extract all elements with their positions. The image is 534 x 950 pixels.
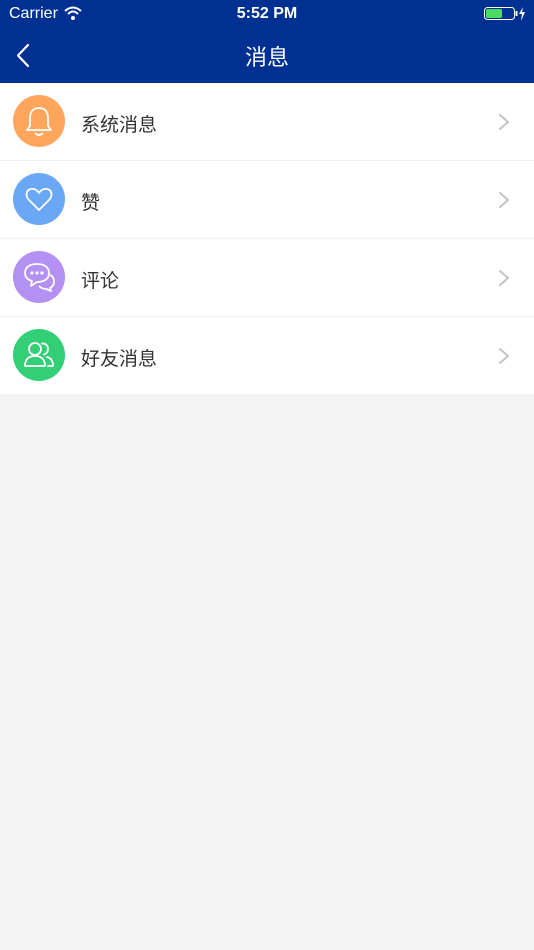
heart-icon [13, 173, 65, 225]
list-item-label: 赞 [81, 192, 101, 214]
chevron-right-icon [498, 347, 510, 369]
chevron-right-icon [498, 191, 510, 213]
status-bar: Carrier 5:52 PM [0, 0, 534, 28]
list-item-likes[interactable]: 赞 [0, 161, 534, 239]
status-time: 5:52 PM [236, 5, 298, 22]
list-item-comments[interactable]: 评论 [0, 239, 534, 317]
nav-bar: 消息 [0, 28, 534, 83]
top-bar: Carrier 5:52 PM 消息 [0, 0, 534, 83]
chevron-left-icon [16, 43, 30, 68]
friends-icon [13, 329, 65, 381]
list-item-label: 系统消息 [81, 114, 158, 136]
battery-icon [484, 6, 526, 27]
list-item-label: 评论 [81, 270, 120, 292]
chevron-right-icon [498, 113, 510, 135]
back-button[interactable] [14, 42, 36, 70]
chevron-right-icon [498, 269, 510, 291]
list-item-friend-messages[interactable]: 好友消息 [0, 317, 534, 394]
list-item-label: 好友消息 [81, 348, 158, 370]
page-title: 消息 [244, 46, 289, 71]
message-list: 系统消息 赞 评论 好友消息 [0, 83, 534, 394]
chat-bubbles-icon [13, 251, 65, 303]
bell-icon [13, 95, 65, 147]
list-item-system-messages[interactable]: 系统消息 [0, 83, 534, 161]
